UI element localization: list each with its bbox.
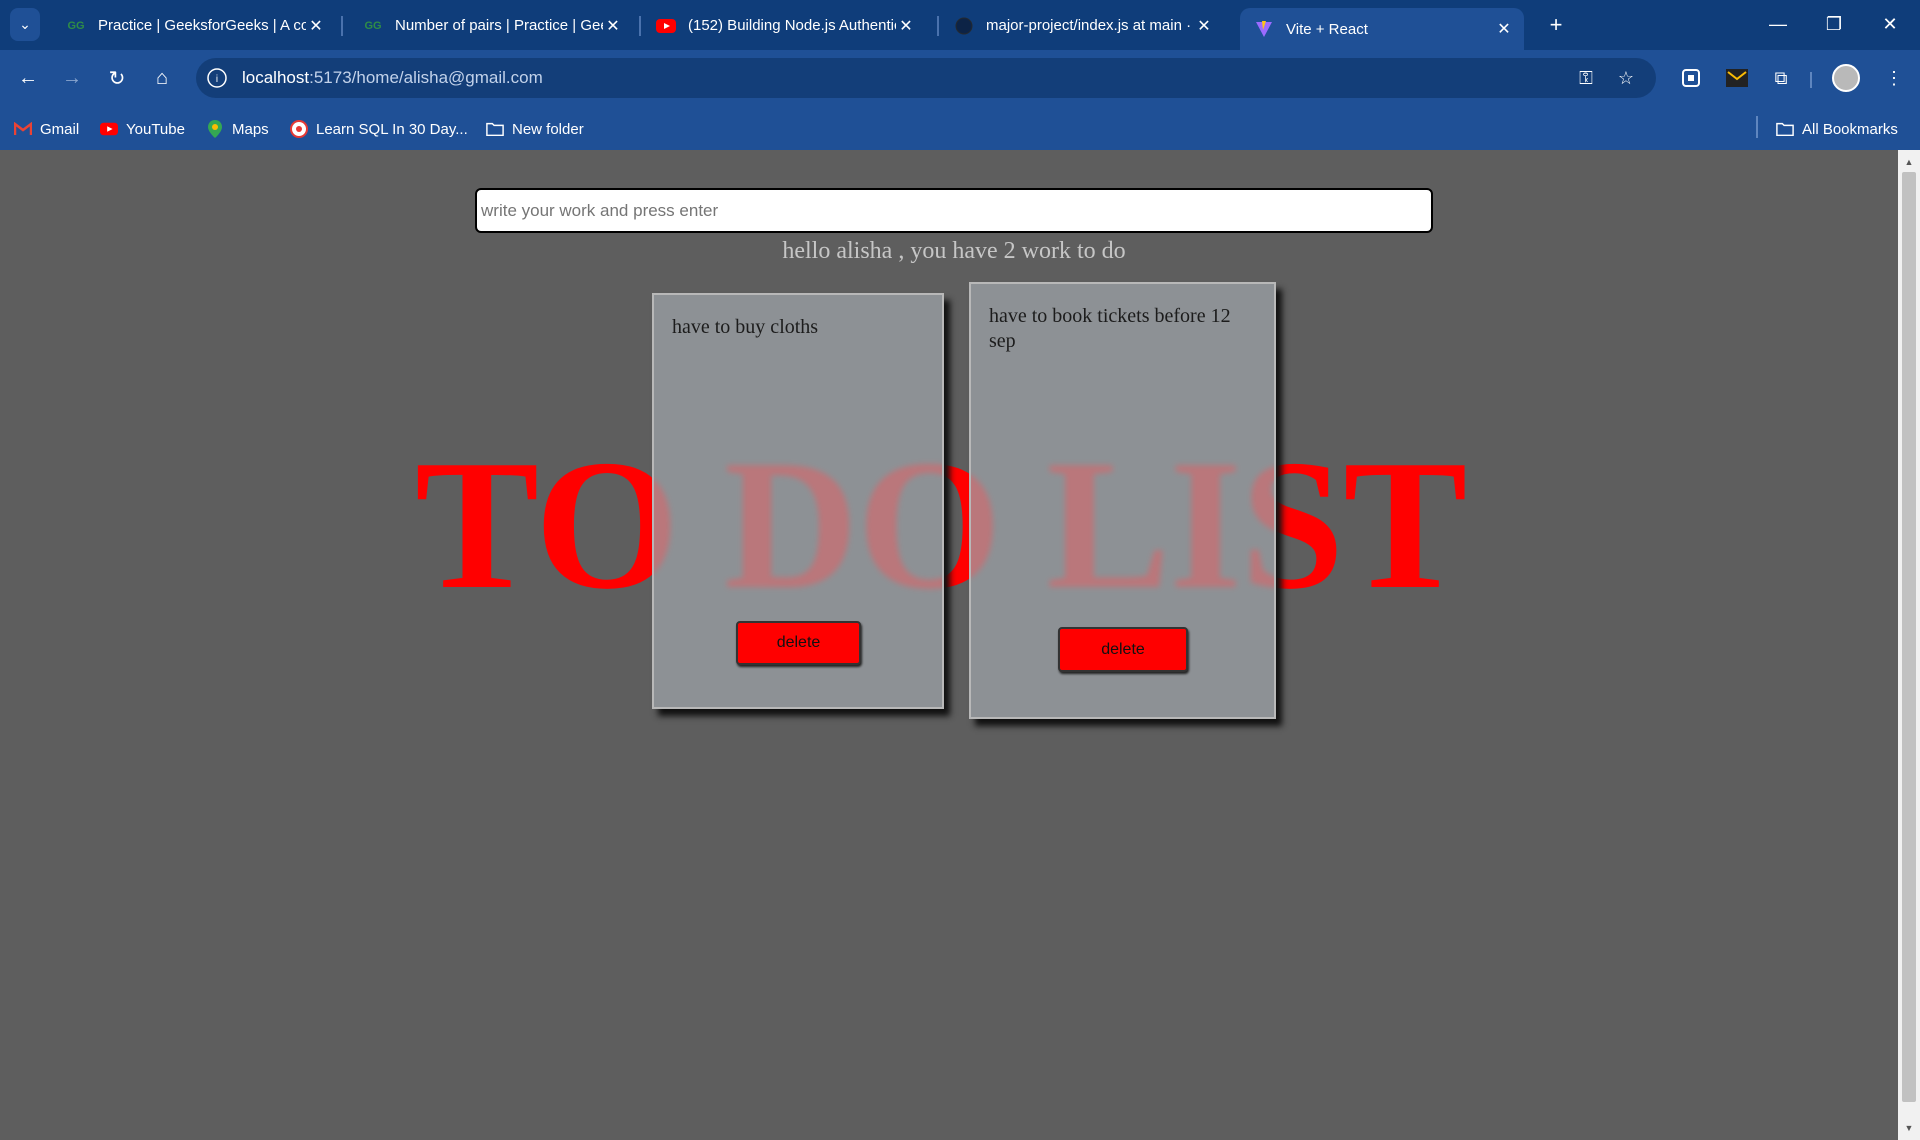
page-title: TO DO LIST xyxy=(415,422,1467,628)
todo-card: have to buy cloths delete xyxy=(652,293,944,709)
kebab-menu-icon[interactable]: ⋮ xyxy=(1880,64,1908,92)
tab-number-of-pairs[interactable]: GG Number of pairs | Practice | Geeksfor… xyxy=(349,8,633,43)
extension-icon[interactable] xyxy=(1677,64,1705,92)
plus-icon: + xyxy=(1549,11,1563,37)
tab-strip: ⌄ GG Practice | GeeksforGeeks | A comput… xyxy=(0,0,1920,50)
arrow-right-icon: → xyxy=(62,66,82,89)
todo-input[interactable] xyxy=(475,188,1433,233)
reload-button[interactable]: ↻ xyxy=(103,64,131,92)
page-viewport xyxy=(0,150,1898,1140)
reload-icon: ↻ xyxy=(108,67,126,90)
bookmark-new-folder[interactable]: New folder xyxy=(486,118,584,140)
close-icon[interactable]: ✕ xyxy=(1194,16,1214,36)
tab-vite-react[interactable]: Vite + React ✕ xyxy=(1240,8,1524,50)
scroll-down-icon[interactable]: ▼ xyxy=(1898,1118,1920,1138)
tab-search-button[interactable]: ⌄ xyxy=(10,8,40,41)
vite-icon xyxy=(1254,20,1274,38)
tab-youtube-nodejs[interactable]: (152) Building Node.js Authentication ✕ xyxy=(642,8,926,43)
browser-toolbar: ← → ↻ ⌂ i localhost:5173/home/alisha@gma… xyxy=(0,50,1920,106)
scrollbar-thumb[interactable] xyxy=(1902,172,1916,1102)
close-window-button[interactable]: ✕ xyxy=(1870,8,1910,41)
bookmark-all-bookmarks[interactable]: All Bookmarks xyxy=(1776,118,1898,140)
avatar[interactable] xyxy=(1832,64,1860,92)
bookmarks-separator xyxy=(1756,116,1758,138)
folder-icon xyxy=(1776,121,1794,137)
folder-icon xyxy=(486,121,504,137)
greeting-text: hello alisha , you have 2 work to do xyxy=(782,238,1126,264)
arrow-left-icon: ← xyxy=(18,66,38,89)
home-button[interactable]: ⌂ xyxy=(148,64,176,92)
gmail-extension-icon[interactable] xyxy=(1723,64,1751,92)
bookmark-star-icon[interactable]: ☆ xyxy=(1614,66,1638,90)
todo-card: have to book tickets before 12 sep delet… xyxy=(969,282,1276,719)
youtube-icon xyxy=(656,17,676,35)
tab-separator xyxy=(341,16,343,36)
github-icon xyxy=(954,17,974,35)
bookmark-youtube[interactable]: YouTube xyxy=(100,118,185,140)
delete-button[interactable]: delete xyxy=(736,621,861,665)
close-icon: ✕ xyxy=(1882,14,1898,34)
back-button[interactable]: ← xyxy=(14,64,42,92)
restore-button[interactable]: ❐ xyxy=(1814,8,1854,41)
close-icon[interactable]: ✕ xyxy=(896,16,916,36)
bookmarks-bar: Gmail YouTube Maps Learn SQL In 30 Day..… xyxy=(0,106,1920,150)
bookmark-learn-sql[interactable]: Learn SQL In 30 Day... xyxy=(290,118,468,140)
new-tab-button[interactable]: + xyxy=(1541,8,1571,41)
chevron-down-icon: ⌄ xyxy=(19,16,31,32)
maps-icon xyxy=(206,120,224,138)
gmail-icon xyxy=(14,121,32,137)
puzzle-extensions-icon[interactable]: ⧉ xyxy=(1767,64,1795,92)
close-icon[interactable]: ✕ xyxy=(603,16,623,36)
forward-button[interactable]: → xyxy=(58,64,86,92)
close-icon[interactable]: ✕ xyxy=(1494,19,1514,39)
tab-separator xyxy=(937,16,939,36)
sql-icon xyxy=(290,120,308,138)
minimize-icon: — xyxy=(1769,14,1787,34)
home-icon: ⌂ xyxy=(155,66,169,89)
toolbar-separator xyxy=(1810,72,1812,88)
minimize-button[interactable]: — xyxy=(1758,8,1798,41)
site-info-icon[interactable]: i xyxy=(207,68,227,88)
password-key-icon[interactable]: ⚿ xyxy=(1574,66,1598,90)
geeksforgeeks-icon: GG xyxy=(364,19,382,32)
todo-text: have to book tickets before 12 sep xyxy=(989,305,1231,352)
tab-separator xyxy=(639,16,641,36)
bookmark-gmail[interactable]: Gmail xyxy=(14,118,79,140)
bookmark-maps[interactable]: Maps xyxy=(206,118,269,140)
url-text[interactable]: localhost:5173/home/alisha@gmail.com xyxy=(242,68,543,88)
todo-text: have to buy cloths xyxy=(672,316,819,338)
delete-button[interactable]: delete xyxy=(1058,627,1188,672)
tab-geeksforgeeks-practice[interactable]: GG Practice | GeeksforGeeks | A computer… xyxy=(52,8,336,43)
geeksforgeeks-icon: GG xyxy=(67,19,85,32)
tab-github-index-js[interactable]: major-project/index.js at main · ✕ xyxy=(940,8,1224,43)
youtube-icon xyxy=(100,121,118,137)
restore-icon: ❐ xyxy=(1825,14,1843,34)
close-icon[interactable]: ✕ xyxy=(306,16,326,36)
address-bar[interactable]: i localhost:5173/home/alisha@gmail.com ⚿… xyxy=(196,58,1656,98)
scroll-up-icon[interactable]: ▲ xyxy=(1898,152,1920,172)
